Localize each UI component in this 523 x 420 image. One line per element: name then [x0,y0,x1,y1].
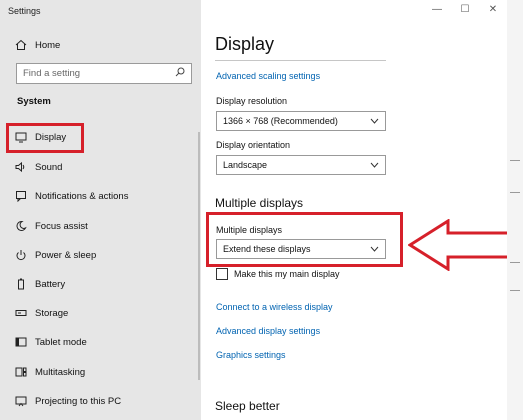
tablet-icon [14,335,28,349]
monitor-icon [14,130,28,144]
advanced-display-link[interactable]: Advanced display settings [216,326,320,336]
sidebar-item-label: Display [35,131,67,143]
sidebar-item-home[interactable]: Home [14,35,60,55]
sidebar-item-label: Focus assist [35,220,88,232]
sidebar-item-multitasking[interactable]: Multitasking [14,362,85,382]
sidebar-item-label: Sound [35,161,63,173]
main-display-checkbox[interactable] [216,268,228,280]
sidebar-item-focus-assist[interactable]: Focus assist [14,216,88,236]
app-title: Settings [8,6,41,16]
sidebar: Settings Home Find a setting System Disp… [0,0,201,420]
sidebar-item-label: Projecting to this PC [35,395,122,407]
main-content: — ☐ ✕ Display Advanced scaling settings … [201,0,506,420]
sidebar-item-tablet-mode[interactable]: Tablet mode [14,332,87,352]
multiple-displays-value: Extend these displays [223,244,311,254]
sidebar-item-label: Multitasking [35,366,86,378]
multiple-displays-dropdown[interactable]: Extend these displays [216,239,386,259]
sidebar-item-battery[interactable]: Battery [14,274,65,294]
multiple-displays-label: Multiple displays [216,225,283,235]
main-display-checkbox-label: Make this my main display [234,269,340,279]
sidebar-item-storage[interactable]: Storage [14,303,68,323]
background-window-edge [507,0,523,420]
wireless-display-link[interactable]: Connect to a wireless display [216,302,333,312]
section-label: System [17,96,51,107]
screenshot-frame: Settings Home Find a setting System Disp… [0,0,523,420]
chevron-down-icon [370,160,379,170]
resolution-dropdown[interactable]: 1366 × 768 (Recommended) [216,111,386,131]
maximize-button[interactable]: ☐ [458,4,472,15]
close-button[interactable]: ✕ [486,4,500,15]
orientation-value: Landscape [223,160,268,170]
battery-icon [14,277,28,291]
sidebar-item-label: Storage [35,307,69,319]
settings-window: Settings Home Find a setting System Disp… [0,0,506,420]
search-input[interactable]: Find a setting [16,63,192,84]
search-placeholder: Find a setting [23,68,81,79]
sidebar-item-power-sleep[interactable]: Power & sleep [14,245,96,265]
resolution-value: 1366 × 768 (Recommended) [223,116,338,126]
chevron-down-icon [370,244,379,254]
resolution-label: Display resolution [216,96,288,106]
search-icon [175,67,185,80]
sidebar-scrollbar[interactable] [198,132,200,380]
home-icon [14,38,28,52]
sleep-better-heading: Sleep better [215,399,280,413]
sidebar-item-sound[interactable]: Sound [14,157,62,177]
sidebar-item-notifications[interactable]: Notifications & actions [14,186,128,206]
sidebar-item-label: Tablet mode [35,336,87,348]
orientation-dropdown[interactable]: Landscape [216,155,386,175]
sidebar-item-display[interactable]: Display [14,127,66,147]
storage-icon [14,306,28,320]
sidebar-item-label: Power & sleep [35,249,97,261]
window-controls: — ☐ ✕ [430,4,500,15]
projector-icon [14,394,28,408]
page-title: Display [215,34,275,54]
speaker-icon [14,160,28,174]
advanced-scaling-link[interactable]: Advanced scaling settings [216,71,320,81]
graphics-settings-link[interactable]: Graphics settings [216,350,286,360]
notification-icon [14,189,28,203]
orientation-label: Display orientation [216,140,291,150]
divider [215,60,386,61]
power-icon [14,248,28,262]
multiple-displays-heading: Multiple displays [215,196,304,210]
red-arrow-annotation [408,219,516,271]
sidebar-item-label: Home [35,39,61,51]
sidebar-item-label: Notifications & actions [35,190,129,202]
sidebar-item-projecting[interactable]: Projecting to this PC [14,391,121,411]
multitasking-icon [14,365,28,379]
sidebar-item-label: Battery [35,278,66,290]
moon-icon [14,219,28,233]
chevron-down-icon [370,116,379,126]
main-display-checkbox-row[interactable]: Make this my main display [216,268,340,280]
minimize-button[interactable]: — [430,4,444,15]
